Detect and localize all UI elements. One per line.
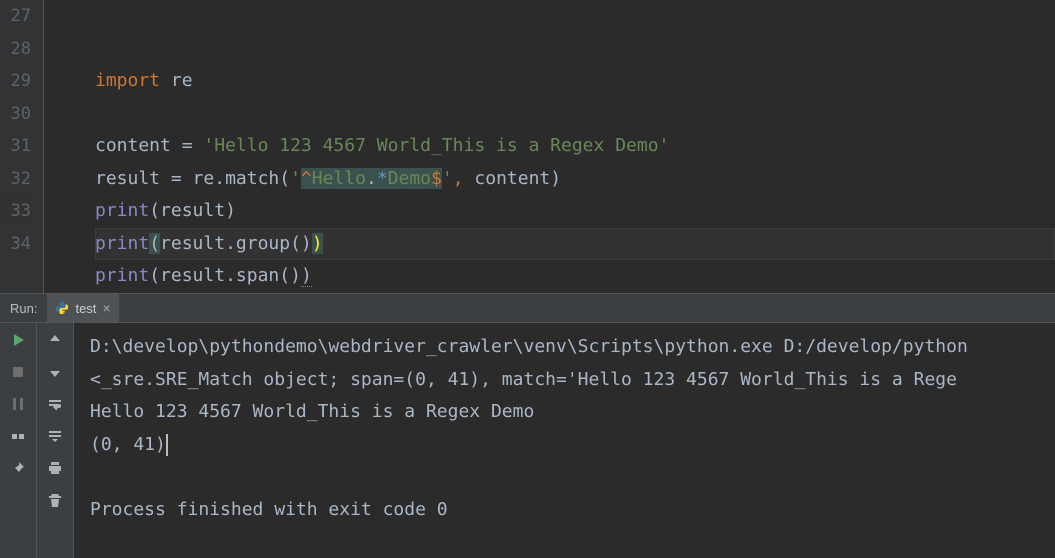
line-number: 33 — [0, 195, 31, 228]
console-output[interactable]: D:\develop\pythondemo\webdriver_crawler\… — [74, 323, 1055, 558]
code-line[interactable] — [95, 33, 1055, 66]
line-gutter: 27 28 29 30 31 32 33 34 — [0, 0, 43, 293]
code-line[interactable]: print(result.span()) — [95, 260, 1055, 293]
line-number: 30 — [0, 98, 31, 131]
code-line[interactable]: result = re.match('^Hello.*Demo$', conte… — [95, 163, 1055, 196]
line-number: 29 — [0, 65, 31, 98]
code-line[interactable]: print(result.group()) — [95, 228, 1055, 261]
code-line[interactable]: content = 'Hello 123 4567 World_This is … — [95, 130, 1055, 163]
trash-icon[interactable] — [46, 491, 64, 509]
console-panel: D:\develop\pythondemo\webdriver_crawler\… — [0, 323, 1055, 558]
layout-icon[interactable] — [9, 427, 27, 445]
down-arrow-icon[interactable] — [46, 363, 64, 381]
code-line[interactable]: import re — [95, 65, 1055, 98]
pause-icon[interactable] — [9, 395, 27, 413]
code-line[interactable]: print(result) — [95, 195, 1055, 228]
print-icon[interactable] — [46, 459, 64, 477]
python-icon — [55, 301, 69, 315]
scroll-to-end-icon[interactable] — [46, 427, 64, 445]
line-number: 31 — [0, 130, 31, 163]
code-margin — [43, 0, 85, 293]
line-number: 28 — [0, 33, 31, 66]
console-toolbar-primary — [0, 323, 37, 558]
console-line: <_sre.SRE_Match object; span=(0, 41), ma… — [90, 369, 957, 390]
line-number: 27 — [0, 0, 31, 33]
console-toolbar-secondary — [37, 323, 74, 558]
run-tab-name: test — [75, 301, 96, 316]
console-line: Process finished with exit code 0 — [90, 499, 448, 520]
stop-icon[interactable] — [9, 363, 27, 381]
text-cursor — [166, 434, 168, 456]
line-number: 32 — [0, 163, 31, 196]
code-content[interactable]: import re content = 'Hello 123 4567 World… — [85, 0, 1055, 293]
code-editor[interactable]: 27 28 29 30 31 32 33 34 import re content… — [0, 0, 1055, 293]
console-line: Hello 123 4567 World_This is a Regex Dem… — [90, 401, 534, 422]
rerun-icon[interactable] — [9, 331, 27, 349]
pin-icon[interactable] — [9, 459, 27, 477]
console-line: (0, 41) — [90, 434, 166, 455]
up-arrow-icon[interactable] — [46, 331, 64, 349]
code-line[interactable] — [95, 98, 1055, 131]
soft-wrap-icon[interactable] — [46, 395, 64, 413]
line-number: 34 — [0, 228, 31, 261]
run-label: Run: — [0, 301, 47, 316]
